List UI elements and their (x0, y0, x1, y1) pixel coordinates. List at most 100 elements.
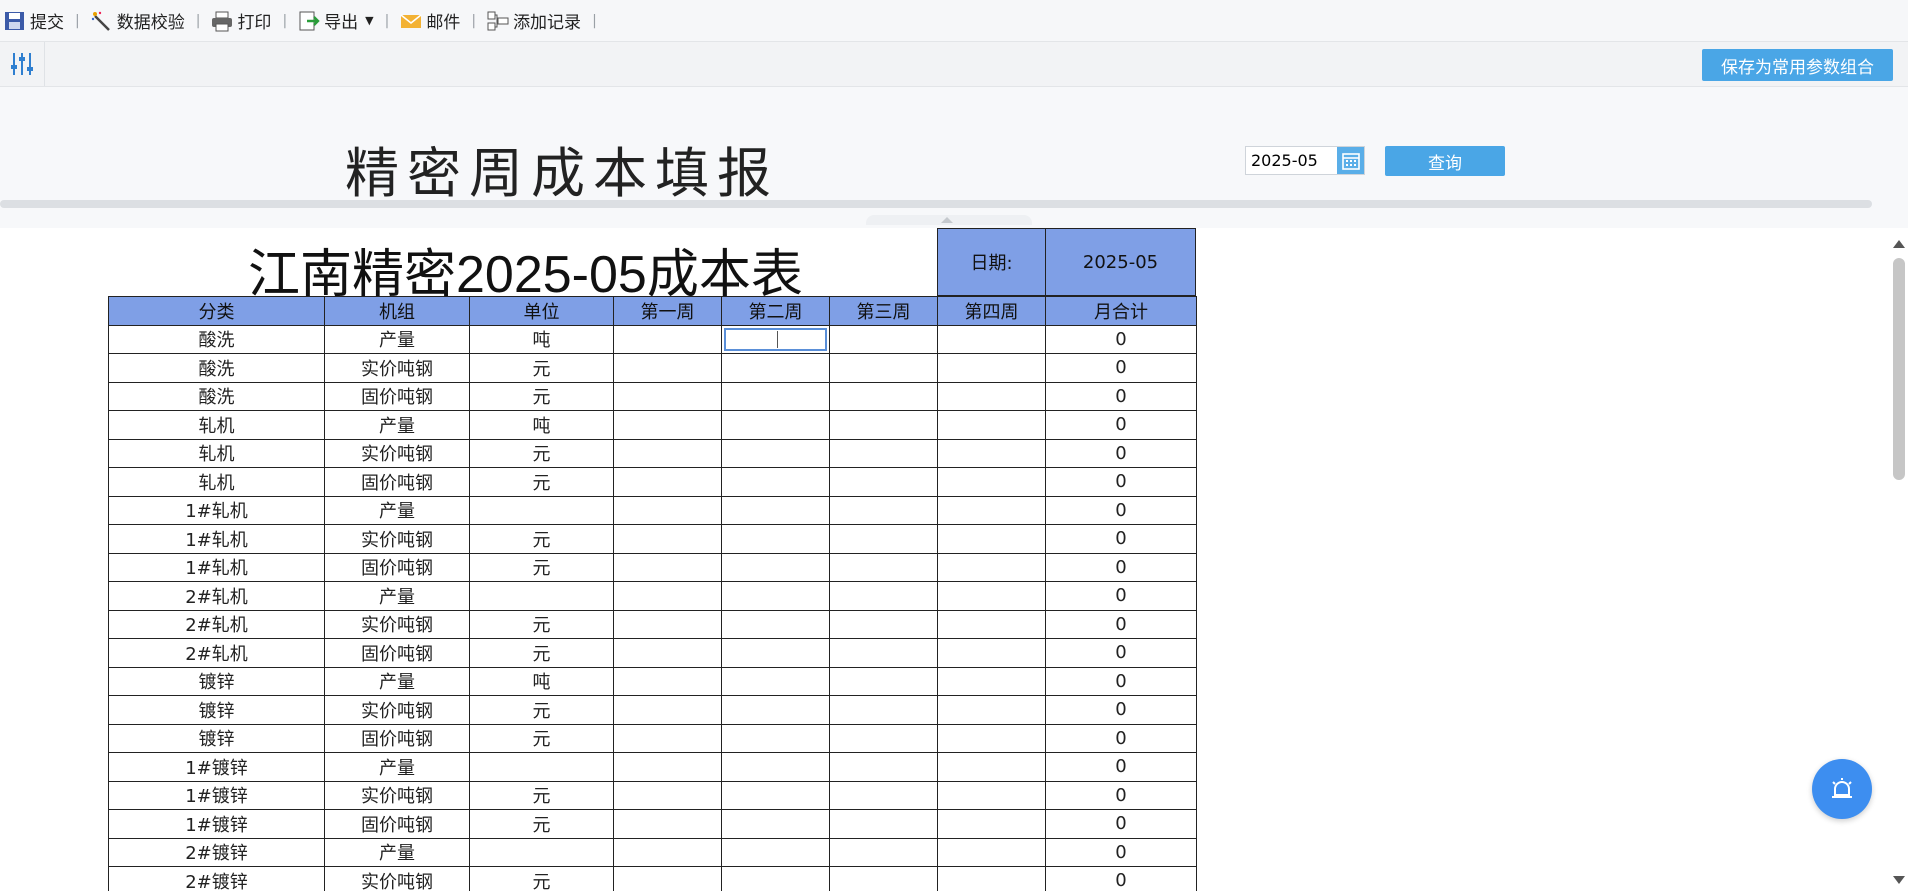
input-cell-col-week3[interactable] (829, 524, 938, 554)
input-cell-col-week4[interactable] (937, 609, 1046, 639)
input-cell-col-week2[interactable] (721, 353, 830, 383)
input-cell-col-week1[interactable] (613, 410, 722, 440)
input-cell-col-week1[interactable] (613, 524, 722, 554)
mail-button[interactable]: 邮件 (396, 0, 464, 41)
input-cell-col-week1[interactable] (613, 752, 722, 782)
input-cell-col-week3[interactable] (829, 638, 938, 668)
submit-button[interactable]: 提交 (0, 0, 68, 41)
scroll-down-icon[interactable] (1893, 876, 1905, 884)
input-cell-col-week4[interactable] (937, 866, 1046, 891)
input-cell-col-week1[interactable] (613, 809, 722, 839)
input-cell-col-week3[interactable] (829, 381, 938, 411)
input-cell-col-week1[interactable] (613, 581, 722, 611)
parameter-panel-toggle[interactable] (0, 42, 45, 86)
input-cell-col-week3[interactable] (829, 495, 938, 525)
cell-col-unit-group: 固价吨钢 (324, 381, 470, 411)
input-cell-col-week4[interactable] (937, 695, 1046, 725)
input-cell-col-week3[interactable] (829, 581, 938, 611)
input-cell-col-week3[interactable] (829, 837, 938, 867)
input-cell-col-week4[interactable] (937, 837, 1046, 867)
input-cell-col-week1[interactable] (613, 638, 722, 668)
input-cell-col-week3[interactable] (829, 324, 938, 354)
input-cell-col-week2[interactable] (721, 866, 830, 891)
input-cell-col-week2[interactable] (721, 524, 830, 554)
input-cell-col-week3[interactable] (829, 410, 938, 440)
input-cell-col-week4[interactable] (937, 552, 1046, 582)
input-cell-col-week2[interactable] (721, 666, 830, 696)
input-cell-col-week1[interactable] (613, 467, 722, 497)
input-cell-col-week4[interactable] (937, 467, 1046, 497)
input-cell-col-week2[interactable] (721, 780, 830, 810)
scrollbar-thumb[interactable] (1893, 258, 1905, 480)
input-cell-col-week1[interactable] (613, 324, 722, 354)
cell-editor[interactable] (724, 327, 827, 351)
input-cell-col-week2[interactable] (721, 723, 830, 753)
input-cell-col-week2[interactable] (721, 438, 830, 468)
input-cell-col-week1[interactable] (613, 837, 722, 867)
input-cell-col-week3[interactable] (829, 723, 938, 753)
input-cell-col-week4[interactable] (937, 666, 1046, 696)
input-cell-col-week2[interactable] (721, 638, 830, 668)
input-cell-col-week1[interactable] (613, 780, 722, 810)
input-cell-col-week2[interactable] (721, 609, 830, 639)
input-cell-col-week4[interactable] (937, 410, 1046, 440)
input-cell-col-week2[interactable] (721, 837, 830, 867)
input-cell-col-week3[interactable] (829, 467, 938, 497)
print-button[interactable]: 打印 (207, 0, 275, 41)
input-cell-col-week2[interactable] (721, 467, 830, 497)
calendar-button[interactable] (1337, 147, 1364, 174)
input-cell-col-week4[interactable] (937, 723, 1046, 753)
input-cell-col-week2[interactable] (721, 381, 830, 411)
input-cell-col-week4[interactable] (937, 780, 1046, 810)
input-cell-col-week4[interactable] (937, 438, 1046, 468)
query-button[interactable]: 查询 (1385, 146, 1505, 176)
input-cell-col-week1[interactable] (613, 495, 722, 525)
input-cell-col-week3[interactable] (829, 809, 938, 839)
input-cell-col-week4[interactable] (937, 353, 1046, 383)
input-cell-col-week4[interactable] (937, 581, 1046, 611)
input-cell-col-week3[interactable] (829, 695, 938, 725)
input-cell-col-week2[interactable] (721, 552, 830, 582)
input-cell-col-week1[interactable] (613, 438, 722, 468)
input-cell-col-week4[interactable] (937, 752, 1046, 782)
scroll-up-icon[interactable] (1893, 240, 1905, 248)
input-cell-col-week2[interactable] (721, 410, 830, 440)
input-cell-col-week4[interactable] (937, 809, 1046, 839)
input-cell-col-week1[interactable] (613, 695, 722, 725)
save-param-combo-button[interactable]: 保存为常用参数组合 (1702, 49, 1893, 81)
input-cell-col-week2[interactable] (721, 581, 830, 611)
input-cell-col-week3[interactable] (829, 353, 938, 383)
cell-col-month-total: 0 (1045, 809, 1197, 839)
horizontal-scrollbar[interactable] (0, 200, 1872, 208)
input-cell-col-week2[interactable] (721, 324, 830, 354)
input-cell-col-week1[interactable] (613, 723, 722, 753)
input-cell-col-week2[interactable] (721, 809, 830, 839)
input-cell-col-week1[interactable] (613, 353, 722, 383)
input-cell-col-week3[interactable] (829, 752, 938, 782)
input-cell-col-week3[interactable] (829, 438, 938, 468)
input-cell-col-week1[interactable] (613, 866, 722, 891)
input-cell-col-week2[interactable] (721, 752, 830, 782)
input-cell-col-week4[interactable] (937, 524, 1046, 554)
cell-col-month-total: 0 (1045, 524, 1197, 554)
input-cell-col-week4[interactable] (937, 638, 1046, 668)
input-cell-col-week1[interactable] (613, 552, 722, 582)
input-cell-col-week2[interactable] (721, 495, 830, 525)
validate-button[interactable]: 数据校验 (87, 0, 189, 41)
input-cell-col-week3[interactable] (829, 552, 938, 582)
input-cell-col-week1[interactable] (613, 609, 722, 639)
input-cell-col-week3[interactable] (829, 866, 938, 891)
add-record-button[interactable]: 添加记录 (483, 0, 585, 41)
input-cell-col-week3[interactable] (829, 780, 938, 810)
input-cell-col-week4[interactable] (937, 495, 1046, 525)
input-cell-col-week3[interactable] (829, 609, 938, 639)
input-cell-col-week1[interactable] (613, 666, 722, 696)
input-cell-col-week4[interactable] (937, 381, 1046, 411)
input-cell-col-week1[interactable] (613, 381, 722, 411)
vertical-scrollbar[interactable] (1888, 236, 1908, 884)
input-cell-col-week2[interactable] (721, 695, 830, 725)
input-cell-col-week3[interactable] (829, 666, 938, 696)
input-cell-col-week4[interactable] (937, 324, 1046, 354)
export-button[interactable]: 导出 ▼ (294, 0, 377, 41)
alarm-fab-button[interactable] (1812, 759, 1872, 819)
